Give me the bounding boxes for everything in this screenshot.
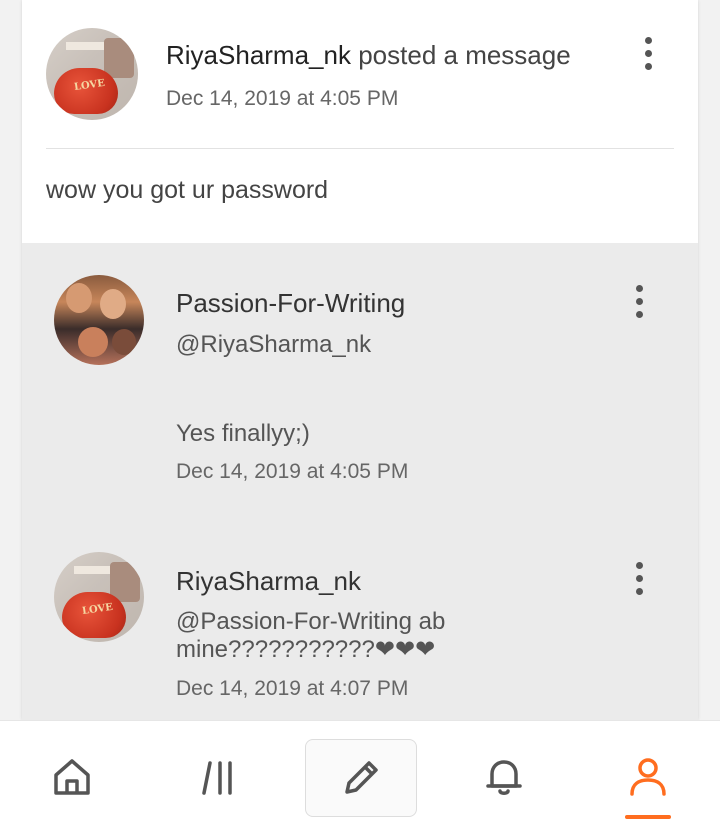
post-action: posted a message xyxy=(358,40,571,70)
reply-text: Yes finallyy;) xyxy=(176,420,310,447)
post-more-options-icon[interactable] xyxy=(637,35,661,75)
post-timestamp: Dec 14, 2019 at 4:05 PM xyxy=(166,87,399,110)
profile-icon xyxy=(630,758,666,796)
message-card: LOVE RiyaSharma_nk posted a message Dec … xyxy=(22,0,698,720)
reply-timestamp: Dec 14, 2019 at 4:05 PM xyxy=(176,460,409,483)
avatar[interactable]: LOVE xyxy=(46,28,138,120)
avatar[interactable]: LOVE xyxy=(54,552,144,642)
pencil-icon xyxy=(345,761,378,794)
post-header-line: RiyaSharma_nk posted a message xyxy=(166,40,571,71)
avatar[interactable] xyxy=(54,275,144,365)
bell-icon xyxy=(486,760,522,795)
tab-home[interactable] xyxy=(32,739,112,815)
post-author[interactable]: RiyaSharma_nk xyxy=(166,40,351,70)
reply-timestamp: Dec 14, 2019 at 4:07 PM xyxy=(176,677,409,700)
reply-text: @Passion-For-Writing ab mine???????????❤… xyxy=(176,608,446,663)
tab-library[interactable] xyxy=(178,739,258,815)
tab-write[interactable] xyxy=(305,739,417,817)
tab-notifications[interactable] xyxy=(464,739,544,815)
reply-more-options-icon[interactable] xyxy=(628,283,652,323)
home-icon xyxy=(54,759,90,795)
original-post: LOVE RiyaSharma_nk posted a message Dec … xyxy=(22,0,698,243)
active-tab-indicator xyxy=(625,815,671,819)
reply-more-options-icon[interactable] xyxy=(628,560,652,600)
reply-author[interactable]: RiyaSharma_nk xyxy=(176,566,361,597)
reply-author[interactable]: Passion-For-Writing xyxy=(176,288,405,319)
library-icon xyxy=(202,761,232,795)
bottom-tab-bar xyxy=(0,720,720,832)
post-body: wow you got ur password xyxy=(46,176,329,204)
tab-profile[interactable] xyxy=(608,739,688,819)
divider xyxy=(46,148,674,149)
reply-mention[interactable]: @RiyaSharma_nk xyxy=(176,331,371,359)
